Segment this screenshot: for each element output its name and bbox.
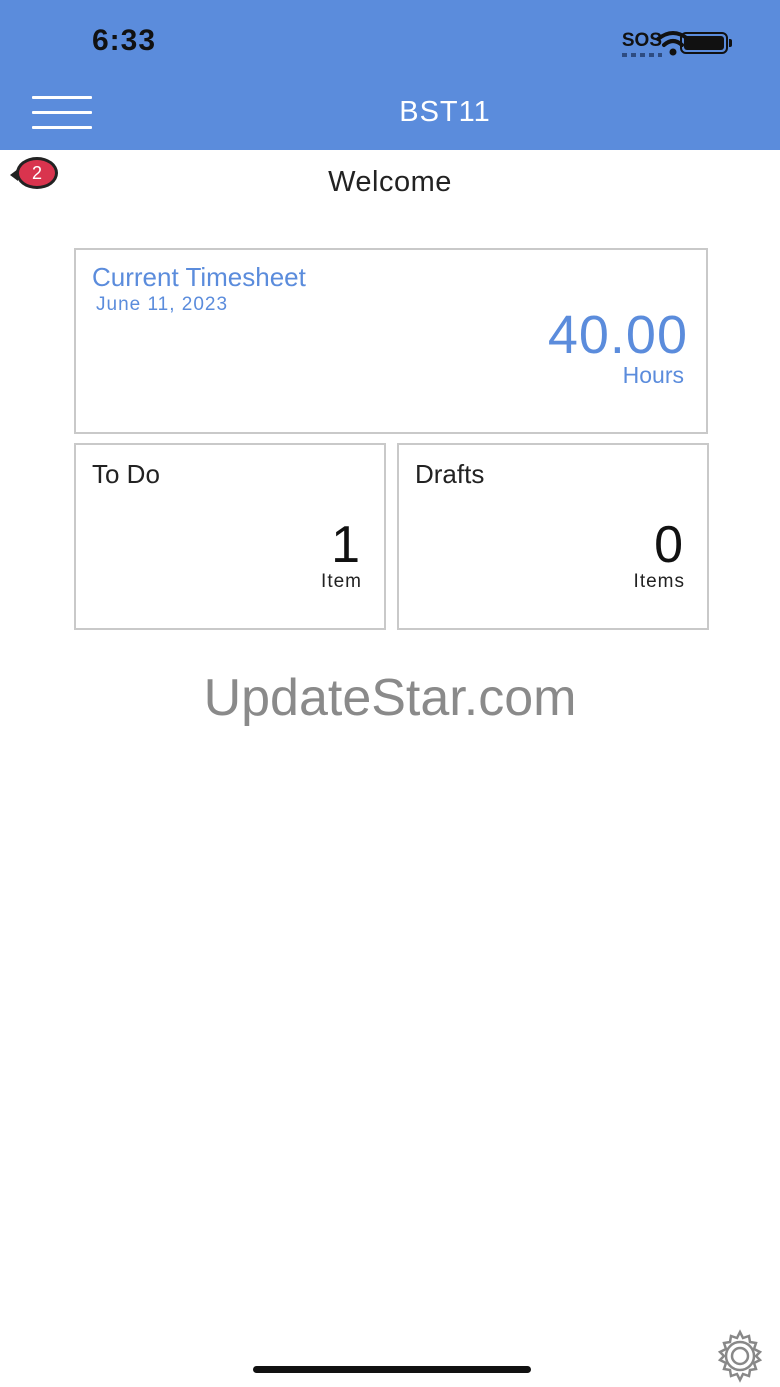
- drafts-unit: Items: [633, 571, 685, 592]
- watermark: UpdateStar.com: [203, 669, 577, 727]
- page-title: BST11: [399, 96, 491, 128]
- battery-icon: [680, 32, 732, 54]
- welcome-heading: Welcome: [328, 166, 452, 198]
- drafts-title: Drafts: [415, 459, 485, 489]
- drafts-card[interactable]: Drafts 0 Items: [397, 443, 709, 630]
- timesheet-title: Current Timesheet: [92, 262, 306, 292]
- todo-title: To Do: [92, 459, 160, 489]
- timesheet-hours-label: Hours: [622, 362, 684, 388]
- gear-icon[interactable]: [712, 1328, 768, 1384]
- todo-count: 1: [331, 516, 360, 574]
- timesheet-hours: 40.00: [547, 305, 688, 365]
- navigation-bar: 6:33 SOS BST11: [0, 0, 780, 150]
- todo-card[interactable]: To Do 1 Item: [74, 443, 386, 630]
- drafts-count: 0: [654, 516, 683, 574]
- status-time: 6:33: [92, 24, 157, 57]
- todo-unit: Item: [321, 571, 362, 592]
- timesheet-date: June 11, 2023: [96, 294, 229, 315]
- home-indicator: [253, 1366, 531, 1373]
- current-timesheet-card[interactable]: Current Timesheet June 11, 2023 40.00 Ho…: [74, 248, 708, 434]
